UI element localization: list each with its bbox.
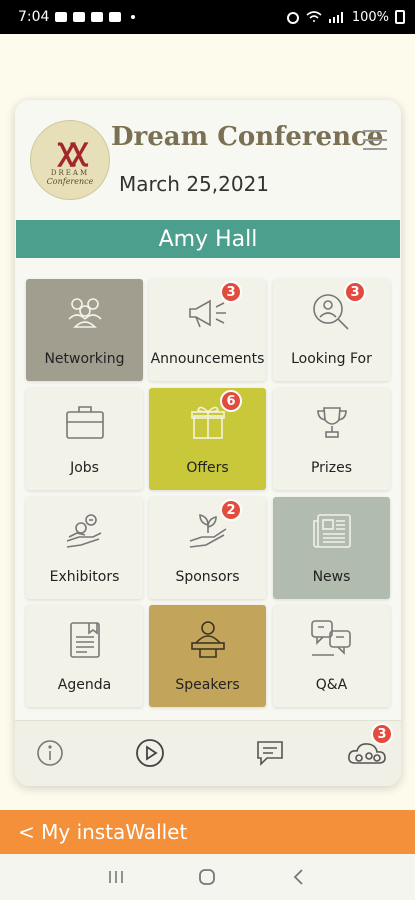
conference-title: Dream Conference [111, 122, 384, 152]
info-icon [37, 740, 63, 766]
bottom-nav: 3 [15, 720, 401, 786]
speaker-podium-icon [186, 617, 230, 661]
trophy-icon [312, 400, 352, 444]
tile-label: Speakers [175, 677, 240, 693]
tile-networking[interactable]: Networking [26, 279, 143, 381]
cloud-menu-button[interactable]: 3 [347, 723, 393, 769]
people-icon [65, 291, 105, 335]
tile-offers[interactable]: Offers 6 [149, 388, 266, 490]
logo-mark-icon: ꭓꭓ [57, 131, 86, 167]
battery-icon [395, 10, 405, 24]
back-icon [293, 869, 303, 885]
instawallet-bar[interactable]: < My instaWallet [0, 810, 415, 854]
android-nav-bar [0, 854, 415, 900]
newspaper-icon [310, 509, 354, 553]
recent-apps-icon [109, 871, 123, 883]
play-icon [136, 739, 164, 767]
tile-label: Sponsors [175, 569, 240, 585]
tile-label: Networking [44, 351, 125, 367]
tile-label: Offers [186, 460, 229, 476]
handshake-icon [63, 509, 107, 553]
home-icon [199, 869, 216, 885]
battery-percent: 100% [351, 9, 389, 25]
home-button[interactable] [192, 862, 222, 892]
tile-prizes[interactable]: Prizes [273, 388, 390, 490]
tile-looking-for[interactable]: Looking For 3 [273, 279, 390, 381]
signal-icon [328, 12, 343, 23]
document-icon [65, 617, 105, 661]
tile-label: Announcements [150, 351, 265, 367]
instawallet-label: < My instaWallet [18, 820, 188, 844]
tile-speakers[interactable]: Speakers [149, 605, 266, 707]
menu-hamburger-icon[interactable] [363, 130, 387, 150]
recent-apps-button[interactable] [101, 862, 131, 892]
tile-label: Agenda [57, 677, 112, 693]
tile-agenda[interactable]: Agenda [26, 605, 143, 707]
tile-label: Exhibitors [49, 569, 120, 585]
play-button[interactable] [134, 737, 166, 769]
tile-exhibitors[interactable]: Exhibitors [26, 497, 143, 599]
cloud-badge: 3 [371, 723, 393, 745]
mail-icon-2 [91, 12, 104, 22]
offers-badge: 6 [220, 390, 242, 412]
mail-icon [73, 12, 86, 22]
announcements-badge: 3 [220, 281, 242, 303]
tile-jobs[interactable]: Jobs [26, 388, 143, 490]
alarm-icon [286, 12, 299, 24]
chat-qa-icon [308, 617, 356, 661]
wifi-icon [306, 11, 322, 22]
briefcase-icon [63, 400, 107, 444]
back-button[interactable] [284, 862, 314, 892]
status-time: 7:04 [18, 9, 50, 25]
user-name: Amy Hall [158, 226, 258, 252]
looking-for-badge: 3 [344, 281, 366, 303]
chat-icon [257, 741, 283, 766]
logo-dream-text: DREAM [50, 168, 90, 177]
tile-news[interactable]: News [273, 497, 390, 599]
sponsors-badge: 2 [220, 499, 242, 521]
user-name-bar: Amy Hall [16, 220, 400, 258]
tile-label: Looking For [291, 351, 372, 367]
logo-conference-text: Conference [46, 176, 94, 186]
tile-label: Q&A [315, 677, 348, 693]
info-button[interactable] [34, 737, 66, 769]
conference-logo: ꭓꭓ DREAM Conference [30, 120, 110, 200]
status-bar: 7:04 100% [0, 0, 415, 34]
main-card: ꭓꭓ DREAM Conference Dream Conference Mar… [15, 100, 401, 786]
calendar-icon [109, 12, 122, 22]
notification-dot-icon [131, 15, 136, 19]
message-icon [55, 12, 68, 22]
status-right: 100% [286, 10, 405, 25]
conference-date: March 25,2021 [119, 172, 270, 196]
tile-qa[interactable]: Q&A [273, 605, 390, 707]
tile-label: Jobs [70, 460, 99, 476]
status-left: 7:04 [18, 9, 136, 25]
tile-label: News [312, 569, 351, 585]
tile-sponsors[interactable]: Sponsors 2 [149, 497, 266, 599]
tile-label: Prizes [310, 460, 353, 476]
tile-announcements[interactable]: Announcements 3 [149, 279, 266, 381]
chat-button[interactable] [254, 737, 286, 769]
